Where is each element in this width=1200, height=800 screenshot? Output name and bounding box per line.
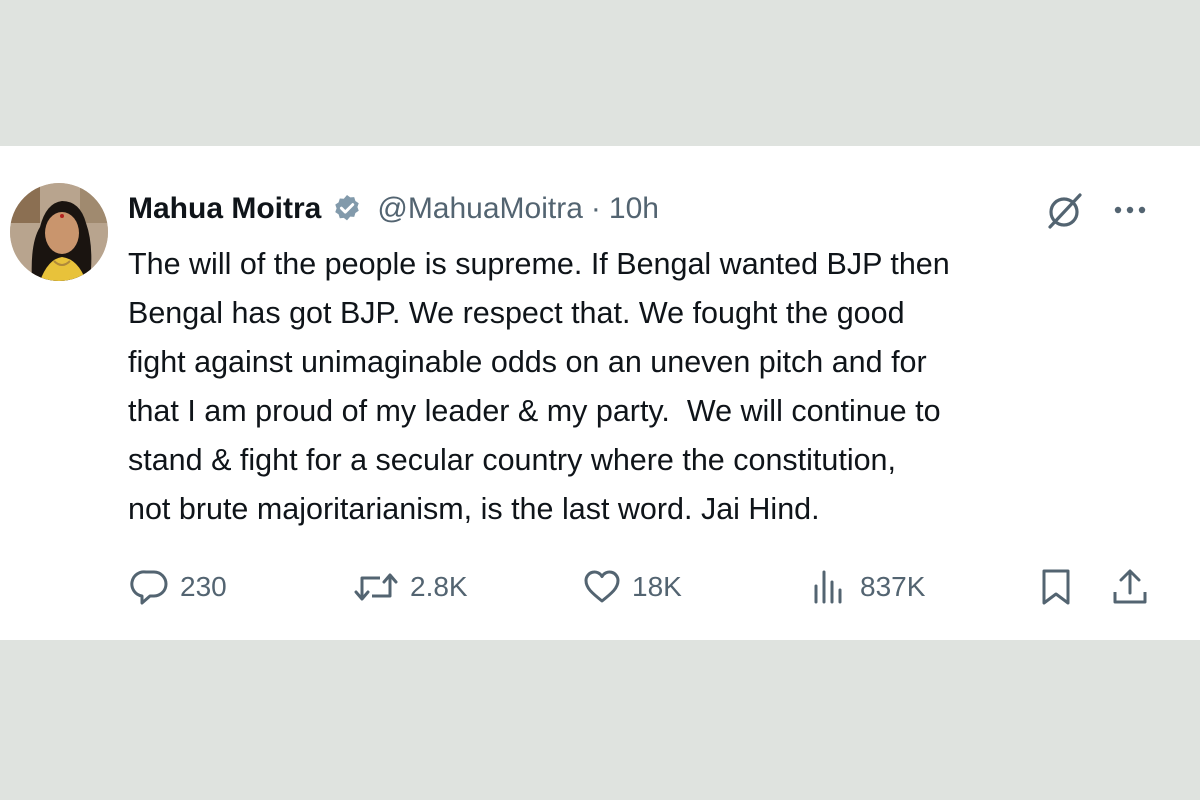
bookmark-button[interactable] bbox=[1038, 568, 1074, 606]
separator-dot: · bbox=[590, 192, 601, 225]
tweet-text-line: Bengal has got BJP. We respect that. We … bbox=[128, 296, 905, 330]
tweet-timestamp[interactable]: 10h bbox=[609, 192, 659, 226]
retweet-count: 2.8K bbox=[410, 571, 468, 602]
tweet-header: Mahua Moitra @MahuaMoitra · 10h bbox=[128, 189, 659, 229]
author-handle[interactable]: @MahuaMoitra bbox=[377, 192, 583, 226]
grok-icon[interactable] bbox=[1044, 192, 1086, 230]
views-count: 837K bbox=[860, 571, 926, 602]
views-button[interactable]: 837K bbox=[810, 568, 925, 606]
reply-button[interactable]: 230 bbox=[130, 568, 227, 606]
like-button[interactable]: 18K bbox=[582, 568, 682, 606]
verified-badge-icon bbox=[331, 193, 363, 225]
reply-count: 230 bbox=[180, 571, 227, 602]
tweet-text: The will of the people is supreme. If Be… bbox=[128, 240, 1158, 534]
views-icon bbox=[810, 568, 850, 606]
tweet-text-line: that I am proud of my leader & my party.… bbox=[128, 394, 941, 428]
tweet-text-line: not brute majoritarianism, is the last w… bbox=[128, 492, 820, 526]
reply-icon bbox=[130, 568, 170, 606]
share-button[interactable] bbox=[1110, 568, 1150, 606]
author-name[interactable]: Mahua Moitra bbox=[128, 192, 321, 226]
retweet-icon bbox=[352, 568, 400, 606]
like-count: 18K bbox=[632, 571, 682, 602]
share-icon bbox=[1110, 567, 1150, 607]
tweet-text-line: The will of the people is supreme. If Be… bbox=[128, 247, 950, 281]
tweet-text-line: stand & fight for a secular country wher… bbox=[128, 443, 896, 477]
more-horizontal-icon[interactable] bbox=[1108, 198, 1152, 222]
tweet-text-line: fight against unimaginable odds on an un… bbox=[128, 345, 927, 379]
bookmark-icon bbox=[1038, 567, 1074, 607]
avatar[interactable] bbox=[10, 183, 108, 281]
heart-icon bbox=[582, 568, 622, 606]
retweet-button[interactable]: 2.8K bbox=[352, 568, 468, 606]
